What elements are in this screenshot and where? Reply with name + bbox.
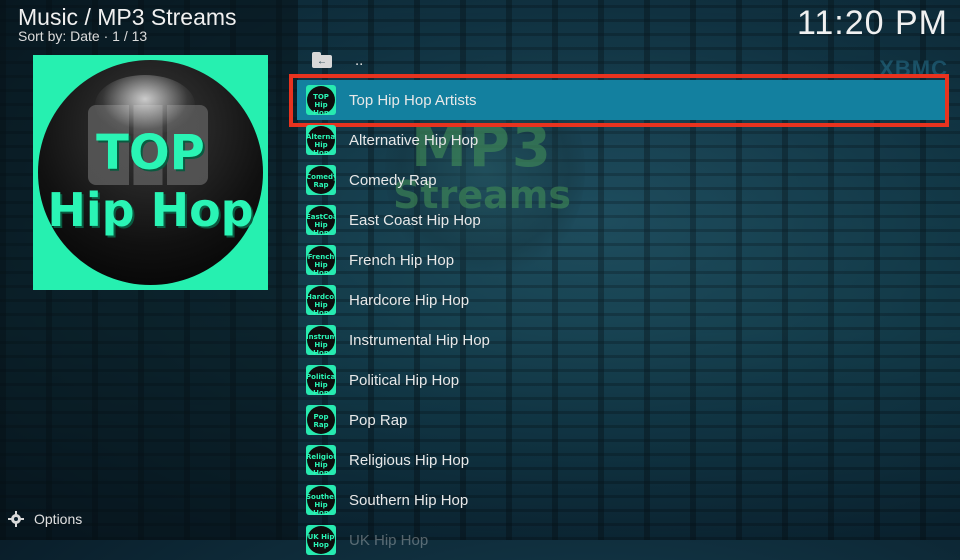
- list-item-label: Political Hip Hop: [349, 371, 460, 389]
- list-item-thumbnail-text: Religious Hip Hop: [306, 453, 336, 475]
- list-item[interactable]: Comedy Rap Comedy Rap: [298, 160, 960, 200]
- options-button[interactable]: Options: [8, 511, 82, 527]
- list-item-thumbnail: French Hip Hop: [306, 245, 336, 275]
- list-item-thumbnail: Political Hip Hop: [306, 365, 336, 395]
- list-item-thumbnail-text: Pop Rap: [313, 413, 329, 429]
- folder-back-icon: ←: [312, 52, 332, 68]
- list-item-thumbnail-text: Hardcore Hip Hop: [306, 293, 336, 315]
- list-item[interactable]: Instrumental Hip Hop Instrumental Hip Hop: [298, 320, 960, 360]
- list-item[interactable]: Alternative Hip Hop Alternative Hip Hop: [298, 120, 960, 160]
- list-item-thumbnail-text: TOP Hip Hop: [313, 93, 329, 115]
- list-item-thumbnail: Southern Hip Hop: [306, 485, 336, 515]
- options-label: Options: [34, 511, 83, 527]
- list-item-thumbnail: UK Hip Hop: [306, 525, 336, 555]
- list-item-thumbnail-text: UK Hip Hop: [307, 533, 335, 549]
- list-item-label: Pop Rap: [349, 411, 408, 429]
- list-item-label: Southern Hip Hop: [349, 491, 469, 509]
- list-item-thumbnail: Religious Hip Hop: [306, 445, 336, 475]
- list-item-thumbnail: Hardcore Hip Hop: [306, 285, 336, 315]
- file-list: ← .. TOP Hip Hop Top Hip Hop Artists Alter…: [298, 40, 960, 560]
- list-item[interactable]: Pop Rap Pop Rap: [298, 400, 960, 440]
- album-artwork: TOP Hip Hop: [33, 55, 268, 290]
- list-item-thumbnail-text: French Hip Hop: [307, 253, 335, 275]
- list-item-label: Hardcore Hip Hop: [349, 291, 470, 309]
- list-item[interactable]: Political Hip Hop Political Hip Hop: [298, 360, 960, 400]
- list-item-label: Religious Hip Hop: [349, 451, 470, 469]
- list-item-thumbnail: Instrumental Hip Hop: [306, 325, 336, 355]
- list-item-label: UK Hip Hop: [349, 531, 429, 549]
- list-item-label: Instrumental Hip Hop: [349, 331, 490, 349]
- list-item[interactable]: French Hip Hop French Hip Hop: [298, 240, 960, 280]
- list-item-thumbnail-text: Instrumental Hip Hop: [306, 333, 336, 355]
- list-item[interactable]: Southern Hip Hop Southern Hip Hop: [298, 480, 960, 520]
- artwork-line1: TOP: [96, 125, 205, 181]
- list-item[interactable]: UK Hip Hop UK Hip Hop: [298, 520, 960, 560]
- gear-icon: [8, 511, 24, 527]
- list-item-thumbnail: EastCoast Hip Hop: [306, 205, 336, 235]
- list-item-label: French Hip Hop: [349, 251, 455, 269]
- list-item-label: Top Hip Hop Artists: [349, 91, 477, 109]
- page-title: Music / MP3 Streams: [18, 4, 237, 30]
- list-item-thumbnail: Pop Rap: [306, 405, 336, 435]
- list-item-thumbnail-text: Comedy Rap: [306, 173, 336, 189]
- list-item-thumbnail-text: Political Hip Hop: [306, 373, 336, 395]
- clock: 11:20 PM: [796, 4, 948, 42]
- list-item[interactable]: Hardcore Hip Hop Hardcore Hip Hop: [298, 280, 960, 320]
- list-item[interactable]: TOP Hip Hop Top Hip Hop Artists: [298, 80, 960, 120]
- artwork-line2: Hip Hop: [47, 183, 254, 237]
- list-item[interactable]: Religious Hip Hop Religious Hip Hop: [298, 440, 960, 480]
- list-item[interactable]: EastCoast Hip Hop East Coast Hip Hop: [298, 200, 960, 240]
- sort-info: Sort by: Date · 1 / 13: [18, 28, 148, 44]
- list-item-thumbnail: TOP Hip Hop: [306, 85, 336, 115]
- list-item-label: Comedy Rap: [349, 171, 437, 189]
- list-item-thumbnail-text: Southern Hip Hop: [306, 493, 336, 515]
- list-item-thumbnail-text: Alternative Hip Hop: [306, 133, 336, 155]
- list-item-thumbnail: Alternative Hip Hop: [306, 125, 336, 155]
- list-item-label: Alternative Hip Hop: [349, 131, 479, 149]
- list-item-thumbnail-text: EastCoast Hip Hop: [306, 213, 336, 235]
- list-item-label: East Coast Hip Hop: [349, 211, 481, 229]
- parent-folder-label: ..: [355, 51, 364, 69]
- parent-folder-item[interactable]: ← ..: [298, 40, 960, 80]
- list-item-thumbnail: Comedy Rap: [306, 165, 336, 195]
